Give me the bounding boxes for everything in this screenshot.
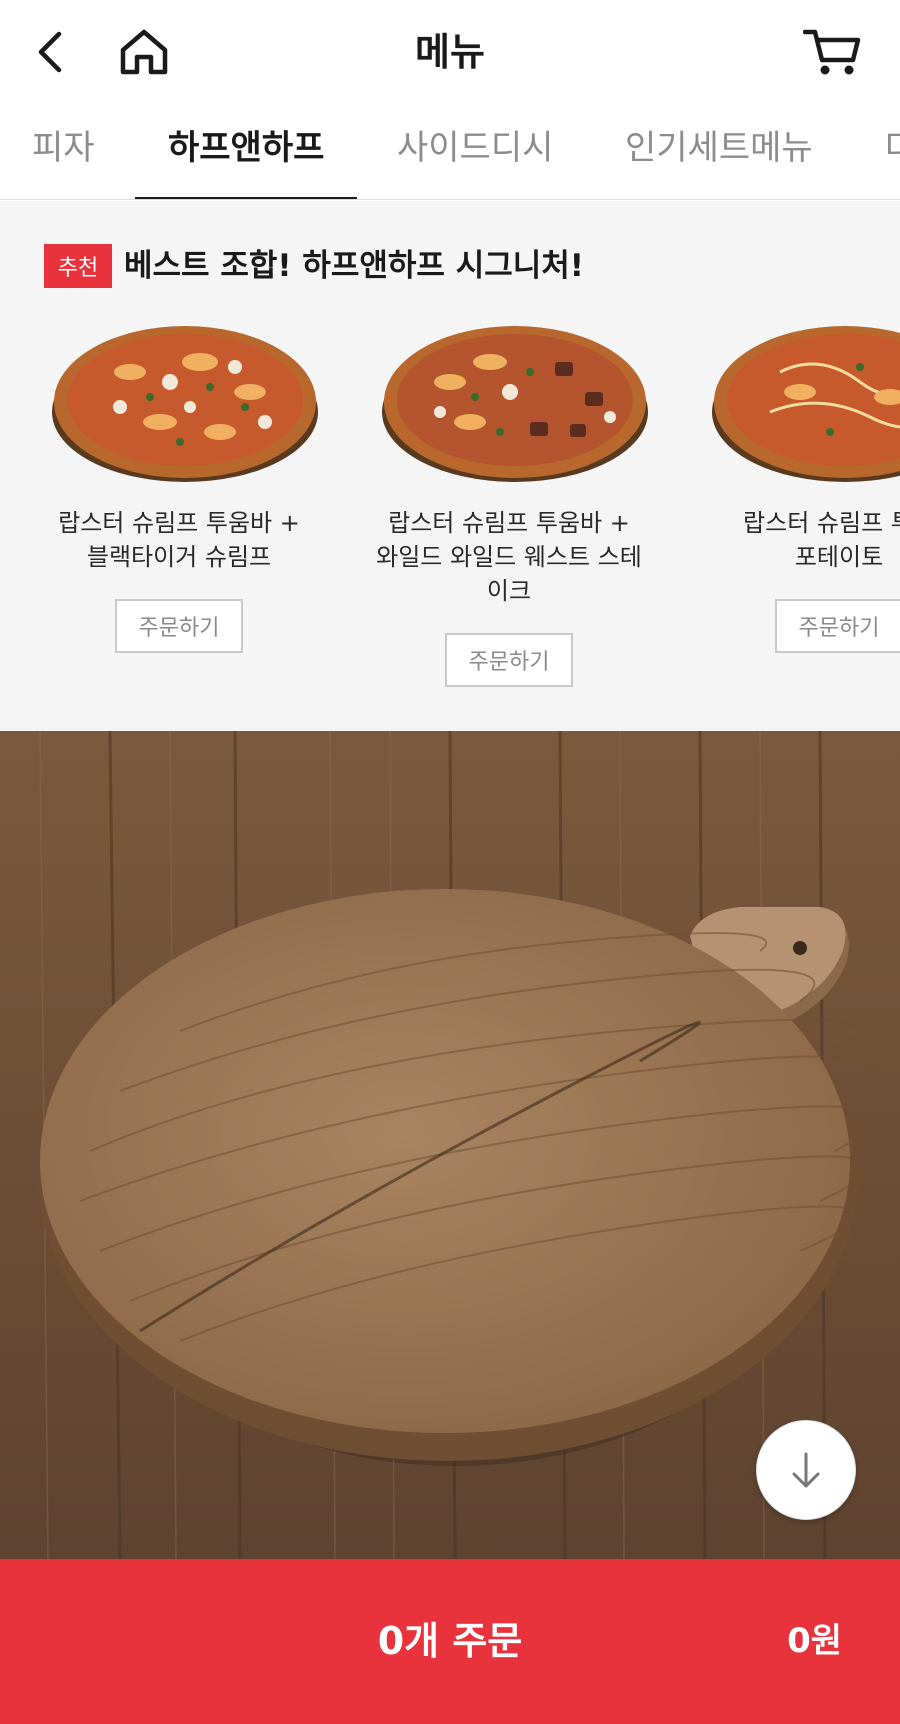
cart-icon[interactable] [800,22,864,82]
order-bar[interactable]: 0개 주문 0원 [0,1559,900,1724]
recommend-badge: 추천 [44,244,112,288]
pizza-image [382,326,648,482]
arrow-down-icon [792,1452,820,1488]
pizza-image [712,326,900,482]
wooden-board-image [0,731,900,1559]
order-count[interactable]: 0개 주문 [0,1613,900,1669]
combo-name-line: 랍스터 슈림프 투움바 + [388,509,630,537]
tab-side-dish[interactable]: 사이드디시 [397,126,553,170]
pizza-image [52,326,318,482]
tab-pizza[interactable]: 피자 [32,126,95,170]
order-button[interactable]: 주문하기 [445,633,573,687]
combo-name-line: 이크 [486,577,532,605]
page-title: 메뉴 [415,30,485,74]
combo-name-line: 랍스터 슈림프 투움바 + [58,509,300,537]
combo-name-line: 블랙타이거 슈림프 [86,543,272,571]
recommendation-title: 베스트 조합! 하프앤하프 시그니처! [124,248,584,284]
tab-popular-set-menu[interactable]: 인기세트메뉴 [625,126,813,170]
board-preview-area [0,731,900,1559]
tab-more[interactable]: 다 [885,126,900,170]
combo-name-line: 랍스터 슈림프 투움 [743,509,900,537]
combo-name: 랍스터 슈림프 투움바 + 블랙타이거 슈림프 [34,506,324,574]
tab-half-and-half[interactable]: 하프앤하프 [168,126,324,170]
combo-name: 랍스터 슈림프 투움 포테이토 [694,506,900,574]
combo-name: 랍스터 슈림프 투움바 + 와일드 와일드 웨스트 스테 이크 [364,506,654,608]
active-tab-indicator [135,197,357,199]
order-button[interactable]: 주문하기 [115,599,243,653]
order-button[interactable]: 주문하기 [775,599,900,653]
scroll-down-button[interactable] [756,1420,856,1520]
category-tabs: 피자 하프앤하프 사이드디시 인기세트메뉴 다 [0,104,900,200]
combo-name-line: 포테이토 [794,543,884,571]
app-header: 메뉴 [0,0,900,104]
order-total: 0원 [787,1621,842,1661]
recommendation-section: 추천 베스트 조합! 하프앤하프 시그니처! 랍스터 슈림프 투움바 + 블랙타… [0,201,900,731]
combo-name-line: 와일드 와일드 웨스트 스테 [376,543,642,571]
